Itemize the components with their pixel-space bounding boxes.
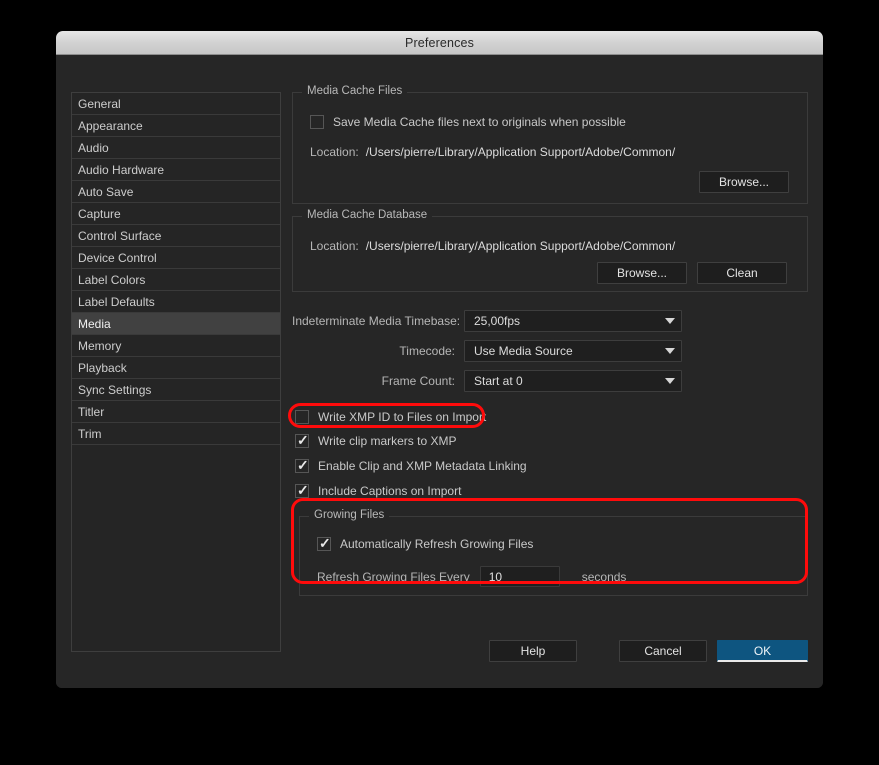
chevron-down-icon [665, 378, 675, 384]
media-cache-database-group: Media Cache Database Location: /Users/pi… [292, 209, 808, 292]
frame-count-row: Frame Count: Start at 0 [292, 370, 808, 392]
sidebar-item-capture[interactable]: Capture [72, 203, 280, 225]
sidebar-item-media[interactable]: Media [72, 313, 280, 335]
include-captions-label: Include Captions on Import [318, 483, 462, 498]
preferences-category-list[interactable]: General Appearance Audio Audio Hardware … [71, 92, 281, 652]
write-xmp-id-row[interactable]: Write XMP ID to Files on Import [295, 406, 808, 428]
include-captions-checkbox[interactable] [295, 481, 309, 499]
write-xmp-id-checkbox[interactable] [295, 410, 309, 424]
media-settings-pane: Media Cache Files Save Media Cache files… [292, 85, 808, 596]
sidebar-item-titler[interactable]: Titler [72, 401, 280, 423]
chevron-down-icon [665, 318, 675, 324]
sidebar-item-audio[interactable]: Audio [72, 137, 280, 159]
media-cache-database-location-label: Location: [310, 239, 359, 253]
save-next-to-originals-checkbox[interactable] [310, 115, 324, 129]
timecode-value: Use Media Source [474, 344, 573, 358]
sidebar-item-general[interactable]: General [72, 93, 280, 115]
refresh-interval-input[interactable]: 10 [479, 566, 560, 587]
sidebar-item-label-colors[interactable]: Label Colors [72, 269, 280, 291]
dialog-titlebar: Preferences [56, 31, 823, 55]
write-clip-markers-checkbox[interactable] [295, 431, 309, 449]
growing-files-group: Growing Files Automatically Refresh Grow… [299, 509, 808, 596]
cancel-button[interactable]: Cancel [619, 640, 707, 662]
refresh-interval-units-label: seconds [581, 569, 627, 584]
ok-button[interactable]: OK [717, 640, 808, 662]
media-cache-files-location-row: Location: /Users/pierre/Library/Applicat… [310, 145, 675, 159]
sidebar-item-label-defaults[interactable]: Label Defaults [72, 291, 280, 313]
auto-refresh-growing-files-label: Automatically Refresh Growing Files [340, 537, 534, 551]
timecode-row: Timecode: Use Media Source [292, 340, 808, 362]
frame-count-select[interactable]: Start at 0 [464, 370, 682, 392]
sidebar-item-memory[interactable]: Memory [72, 335, 280, 357]
sidebar-item-control-surface[interactable]: Control Surface [72, 225, 280, 247]
sidebar-item-auto-save[interactable]: Auto Save [72, 181, 280, 203]
media-cache-files-location-label: Location: [310, 145, 359, 159]
media-cache-database-legend: Media Cache Database [302, 209, 433, 221]
media-cache-files-group: Media Cache Files Save Media Cache files… [292, 85, 808, 204]
dialog-title: Preferences [404, 35, 475, 50]
indeterminate-media-timebase-value: 25,00fps [474, 314, 521, 328]
media-cache-database-location-value: /Users/pierre/Library/Application Suppor… [365, 239, 676, 253]
auto-refresh-growing-files-checkbox[interactable] [317, 534, 331, 552]
refresh-interval-label: Refresh Growing Files Every [317, 569, 470, 584]
frame-count-value: Start at 0 [474, 374, 523, 388]
media-cache-database-clean-button[interactable]: Clean [697, 262, 787, 284]
media-cache-files-browse-button[interactable]: Browse... [699, 171, 789, 193]
include-captions-row[interactable]: Include Captions on Import [295, 478, 808, 503]
timecode-select[interactable]: Use Media Source [464, 340, 682, 362]
write-clip-markers-label: Write clip markers to XMP [318, 433, 457, 448]
indeterminate-media-timebase-row: Indeterminate Media Timebase: 25,00fps [292, 310, 808, 332]
enable-metadata-linking-label: Enable Clip and XMP Metadata Linking [318, 458, 527, 473]
indeterminate-media-timebase-label: Indeterminate Media Timebase: [292, 314, 461, 328]
sidebar-item-trim[interactable]: Trim [72, 423, 280, 445]
media-cache-database-browse-button[interactable]: Browse... [597, 262, 687, 284]
chevron-down-icon [665, 348, 675, 354]
sidebar-item-audio-hardware[interactable]: Audio Hardware [72, 159, 280, 181]
media-cache-database-location-row: Location: /Users/pierre/Library/Applicat… [310, 239, 675, 253]
sidebar-item-appearance[interactable]: Appearance [72, 115, 280, 137]
frame-count-label: Frame Count: [381, 374, 455, 388]
dialog-body: General Appearance Audio Audio Hardware … [56, 55, 823, 688]
media-cache-files-location-value: /Users/pierre/Library/Application Suppor… [365, 145, 676, 159]
refresh-interval-row: Refresh Growing Files Every 10 seconds [317, 566, 626, 587]
sidebar-item-sync-settings[interactable]: Sync Settings [72, 379, 280, 401]
sidebar-item-playback[interactable]: Playback [72, 357, 280, 379]
enable-metadata-linking-row[interactable]: Enable Clip and XMP Metadata Linking [295, 453, 808, 478]
indeterminate-media-timebase-select[interactable]: 25,00fps [464, 310, 682, 332]
preferences-dialog: Preferences General Appearance Audio Aud… [56, 31, 823, 688]
timecode-label: Timecode: [399, 344, 455, 358]
auto-refresh-growing-files-row[interactable]: Automatically Refresh Growing Files [317, 534, 534, 552]
help-button[interactable]: Help [489, 640, 577, 662]
write-clip-markers-row[interactable]: Write clip markers to XMP [295, 428, 808, 453]
media-cache-files-legend: Media Cache Files [302, 85, 408, 97]
sidebar-item-device-control[interactable]: Device Control [72, 247, 280, 269]
growing-files-legend: Growing Files [309, 509, 390, 521]
write-xmp-id-label: Write XMP ID to Files on Import [318, 410, 487, 424]
save-next-to-originals-label: Save Media Cache files next to originals… [333, 115, 626, 129]
save-next-to-originals-row[interactable]: Save Media Cache files next to originals… [310, 115, 626, 129]
enable-metadata-linking-checkbox[interactable] [295, 456, 309, 474]
